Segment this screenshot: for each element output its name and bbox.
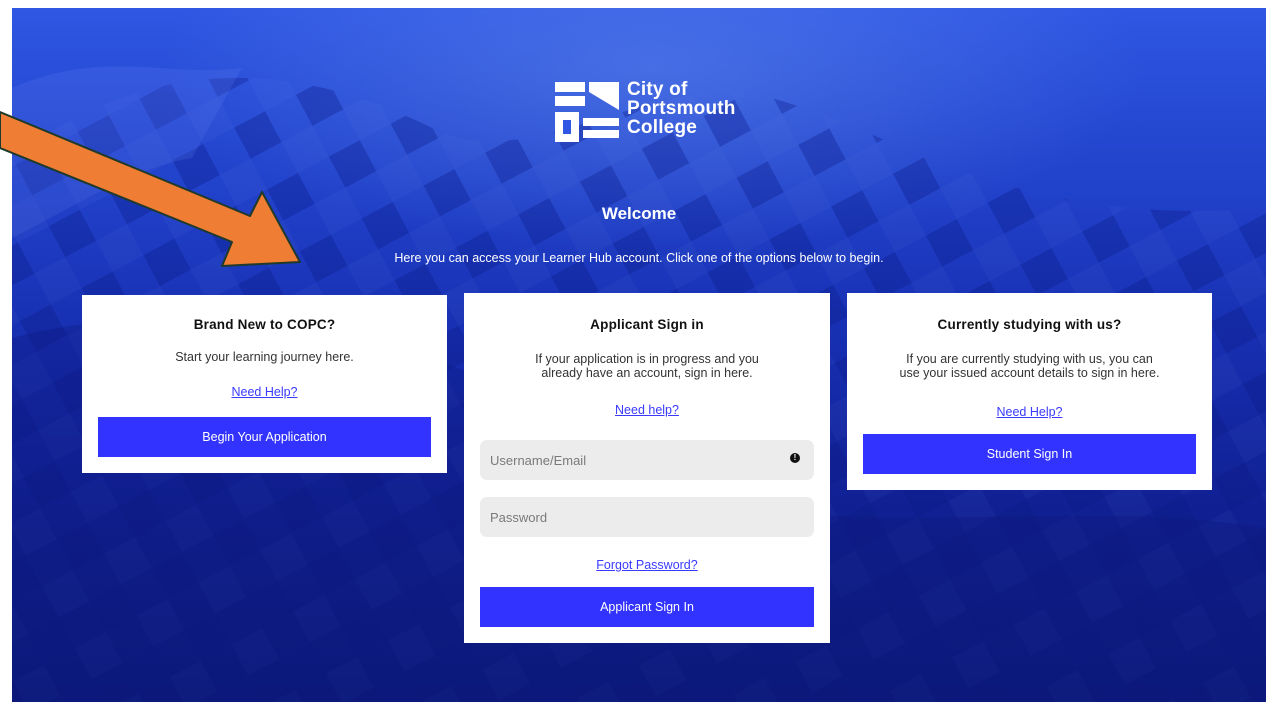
college-logo[interactable]: City of Portsmouth College <box>555 79 775 148</box>
student-signin-card: Currently studying with us? If you are c… <box>847 293 1212 490</box>
applicant-signin-button[interactable]: Applicant Sign In <box>480 587 814 627</box>
logo-text-line3: College <box>627 117 698 138</box>
begin-application-button[interactable]: Begin Your Application <box>98 417 431 457</box>
new-card-description: Start your learning journey here. <box>175 350 354 364</box>
username-email-input[interactable]: Username/Email ! <box>480 440 814 480</box>
college-logo-icon <box>555 82 619 142</box>
applicant-card-title: Applicant Sign in <box>590 317 704 332</box>
username-placeholder: Username/Email <box>490 452 587 468</box>
forgot-password-link[interactable]: Forgot Password? <box>596 558 697 572</box>
applicant-card-description-line1: If your application is in progress and y… <box>535 352 759 366</box>
applicant-signin-card: Applicant Sign in If your application is… <box>464 293 830 643</box>
new-card-title: Brand New to COPC? <box>193 317 336 332</box>
student-card-help-link[interactable]: Need Help? <box>996 405 1062 419</box>
info-circle-icon[interactable]: ! <box>790 453 800 463</box>
annotation-arrow-icon <box>0 111 301 267</box>
student-card-description-line2: use your issued account details to sign … <box>899 366 1160 380</box>
password-placeholder: Password <box>490 509 548 525</box>
applicant-card-help-link[interactable]: Need help? <box>615 403 679 417</box>
student-signin-button[interactable]: Student Sign In <box>863 434 1196 474</box>
applicant-card-description-line2: already have an account, sign in here. <box>541 366 753 380</box>
logo-text-line1: City of <box>627 79 688 100</box>
password-input[interactable]: Password <box>480 497 814 537</box>
new-card-help-link[interactable]: Need Help? <box>231 385 297 399</box>
new-applicant-card: Brand New to COPC? Start your learning j… <box>82 295 447 473</box>
student-card-title: Currently studying with us? <box>937 317 1122 332</box>
logo-text-line2: Portsmouth <box>627 98 736 119</box>
student-card-description-line1: If you are currently studying with us, y… <box>906 352 1153 366</box>
